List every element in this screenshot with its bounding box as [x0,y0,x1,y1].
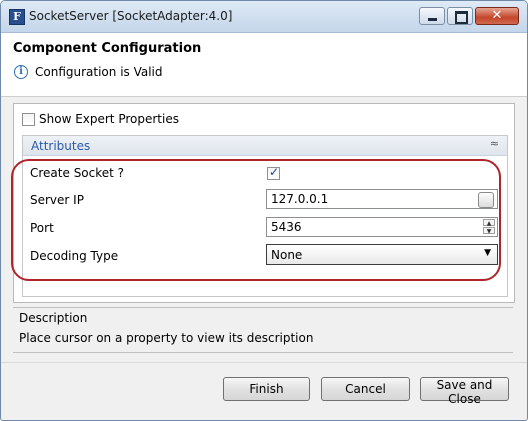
description-text: Place cursor on a property to view its d… [19,331,314,345]
decoding-type-label: Decoding Type [30,249,119,263]
cancel-button[interactable]: Cancel [321,377,410,401]
port-label: Port [30,221,54,235]
server-ip-label: Server IP [30,193,84,207]
save-and-close-button[interactable]: Save and Close [420,377,509,406]
attributes-header[interactable]: Attributes ≈ [23,136,507,156]
close-button[interactable]: ✕ [475,7,519,25]
create-socket-label: Create Socket ? [30,166,125,180]
checkmark-icon: ✓ [269,165,280,179]
close-icon: ✕ [491,8,503,23]
port-input[interactable] [271,219,471,235]
collapse-chevrons-icon[interactable]: ≈ [490,137,499,150]
spin-down-icon[interactable]: ▼ [483,227,495,235]
attributes-title: Attributes [31,139,91,153]
ip-picker-button[interactable] [478,192,494,208]
maximize-icon [455,11,468,24]
divider [1,362,527,363]
dropdown-arrow-icon[interactable]: ▼ [484,248,491,258]
window-title: SocketServer [SocketAdapter:4.0] [29,9,233,23]
spin-up-icon[interactable]: ▲ [483,219,495,227]
create-socket-checkbox[interactable]: ✓ [267,165,280,180]
minimize-icon [428,18,437,21]
show-expert-label[interactable]: Show Expert Properties [39,112,179,126]
description-panel: Description Place cursor on a property t… [13,307,513,353]
server-ip-input[interactable] [271,191,471,207]
port-spinner[interactable]: ▲ ▼ [483,219,495,235]
decoding-type-value: None [271,248,303,262]
title-bar[interactable]: F SocketServer [SocketAdapter:4.0] ✕ [1,1,527,33]
attributes-section: Attributes ≈ [22,135,508,297]
info-icon: i [14,65,28,79]
server-ip-field[interactable] [266,189,498,209]
dialog-window: F SocketServer [SocketAdapter:4.0] ✕ Com… [0,0,528,421]
minimize-button[interactable] [419,7,445,25]
page-title: Component Configuration [13,41,202,56]
show-expert-checkbox[interactable] [22,113,35,126]
decoding-type-select[interactable]: None ▼ [266,244,498,265]
port-field[interactable]: ▲ ▼ [266,217,498,237]
description-title: Description [19,311,88,325]
validation-status: Configuration is Valid [35,65,163,79]
header-panel: Component Configuration i Configuration … [1,33,527,97]
maximize-button[interactable] [447,7,473,25]
finish-button[interactable]: Finish [223,377,310,401]
app-logo-icon: F [9,9,25,25]
